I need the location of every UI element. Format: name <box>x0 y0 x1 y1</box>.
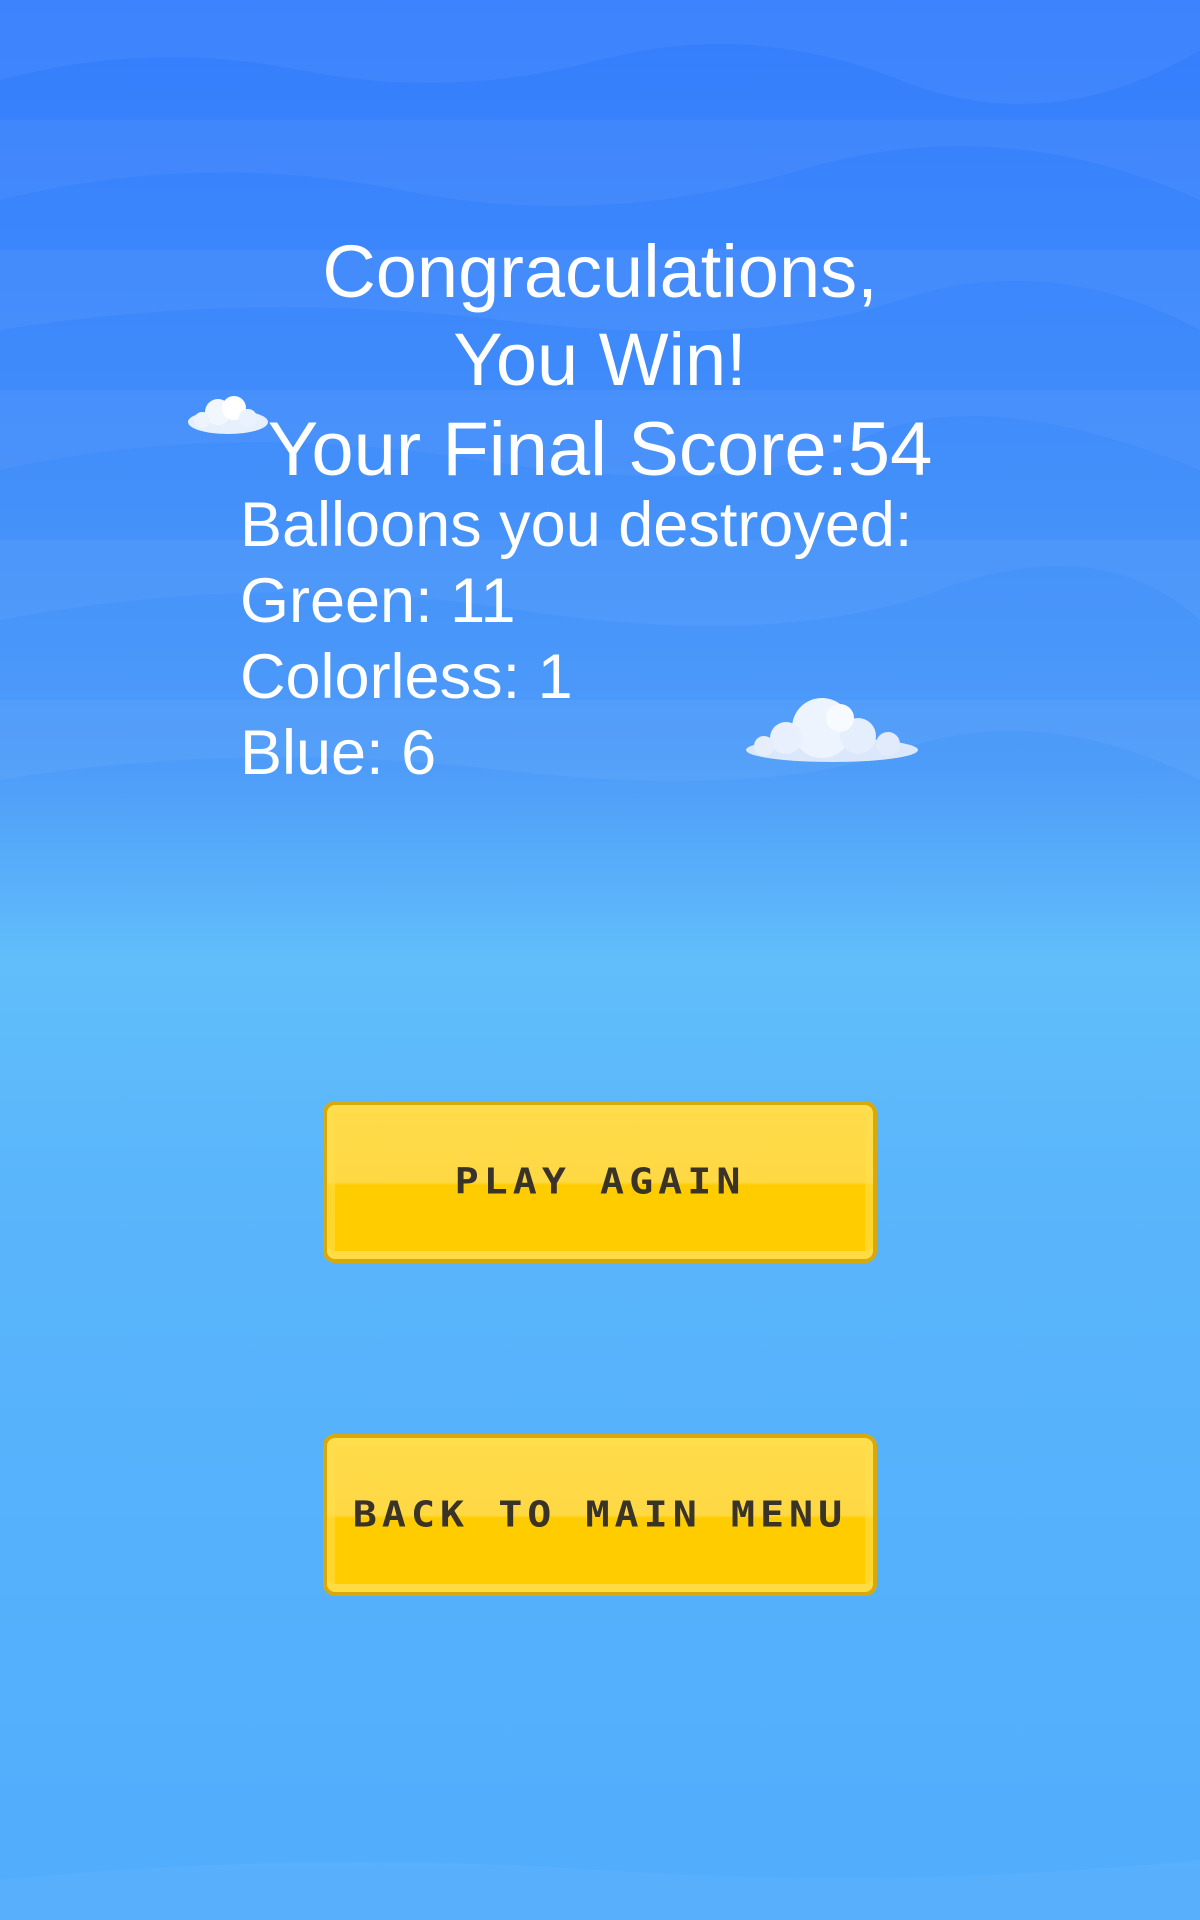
final-score: Your Final Score:54 <box>267 407 933 492</box>
play-again-button[interactable]: PLAY AGAIN <box>323 1101 877 1263</box>
balloon-stats: Balloons you destroyed: Green: 11 Colorl… <box>240 487 912 791</box>
stat-blue: Blue: 6 <box>240 718 437 788</box>
main-menu-button[interactable]: BACK TO MAIN MENU <box>323 1434 877 1596</box>
win-title-line-1: Congraculations, <box>322 230 878 313</box>
win-title-line-2: You Win! <box>453 318 747 401</box>
win-title: Congraculations, You Win! <box>0 228 1200 404</box>
stats-header: Balloons you destroyed: <box>240 490 913 560</box>
stat-green: Green: 11 <box>240 566 516 636</box>
main-menu-label: BACK TO MAIN MENU <box>352 1494 848 1536</box>
play-again-label: PLAY AGAIN <box>454 1161 746 1203</box>
stat-colorless: Colorless: 1 <box>240 642 573 712</box>
